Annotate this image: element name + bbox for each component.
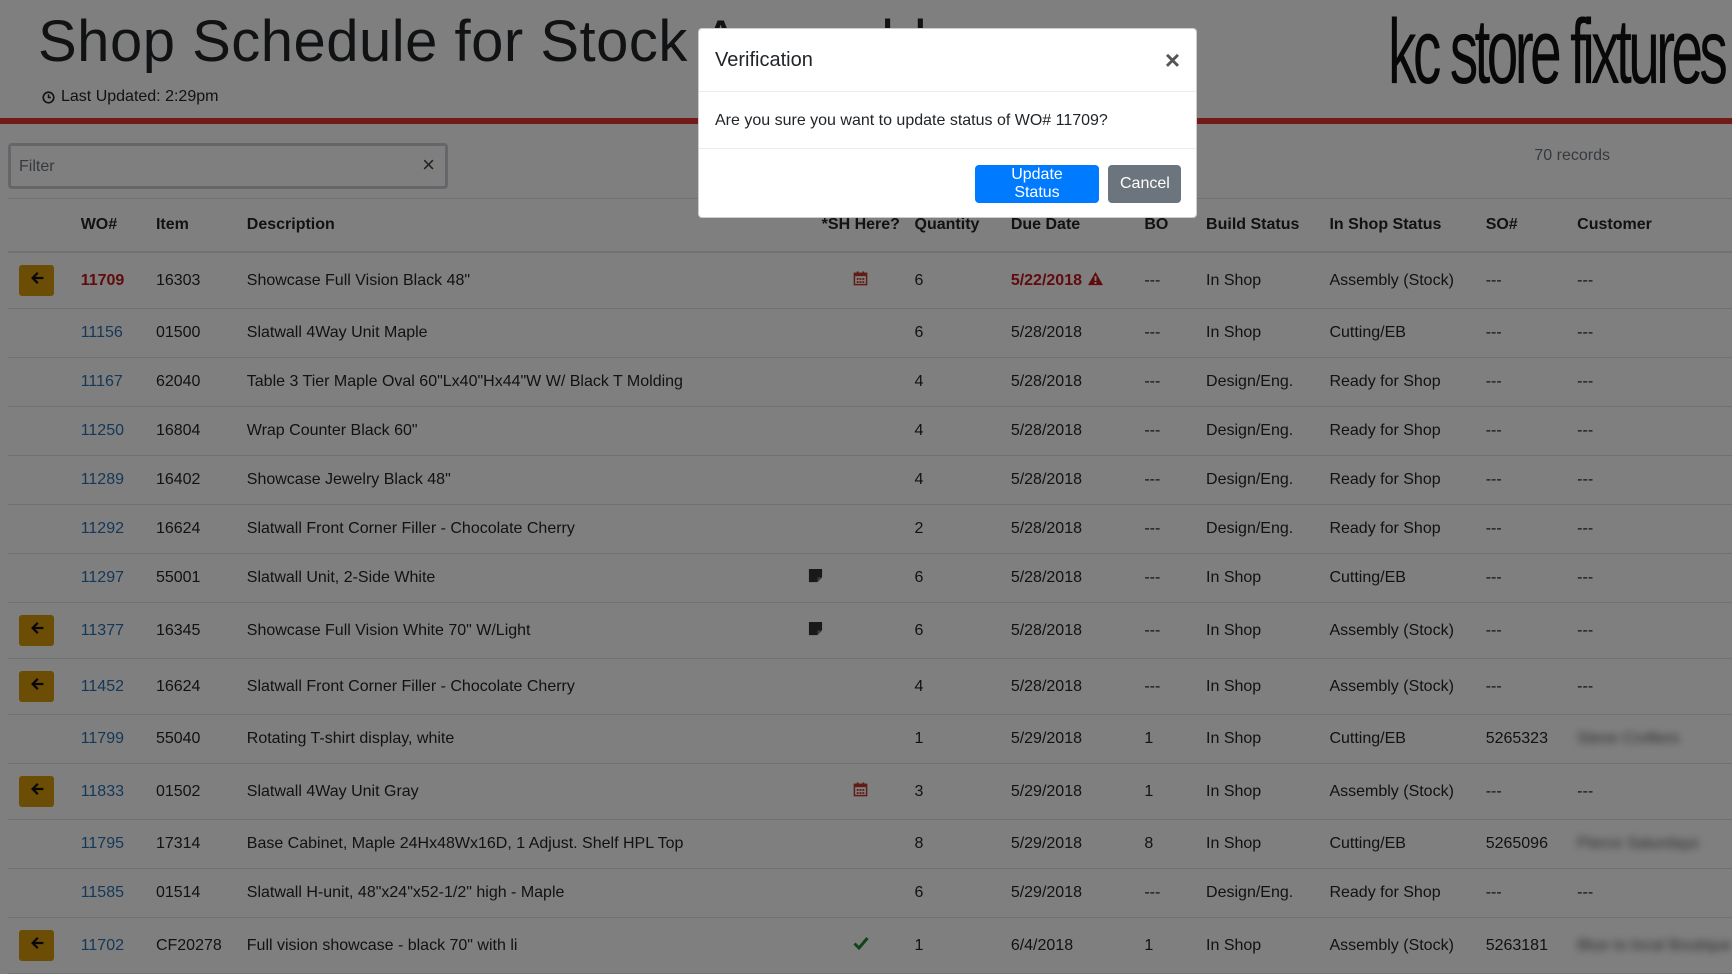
cancel-button[interactable]: Cancel: [1108, 165, 1181, 203]
dialog-body: Are you sure you want to update status o…: [699, 92, 1196, 149]
update-status-button[interactable]: Update Status: [975, 165, 1099, 203]
close-icon[interactable]: ×: [1165, 47, 1180, 73]
dialog-message: Are you sure you want to update status o…: [715, 112, 1108, 129]
dialog-header: Verification ×: [699, 29, 1196, 92]
dialog-title: Verification: [715, 49, 813, 71]
verification-dialog: Verification × Are you sure you want to …: [698, 28, 1197, 218]
